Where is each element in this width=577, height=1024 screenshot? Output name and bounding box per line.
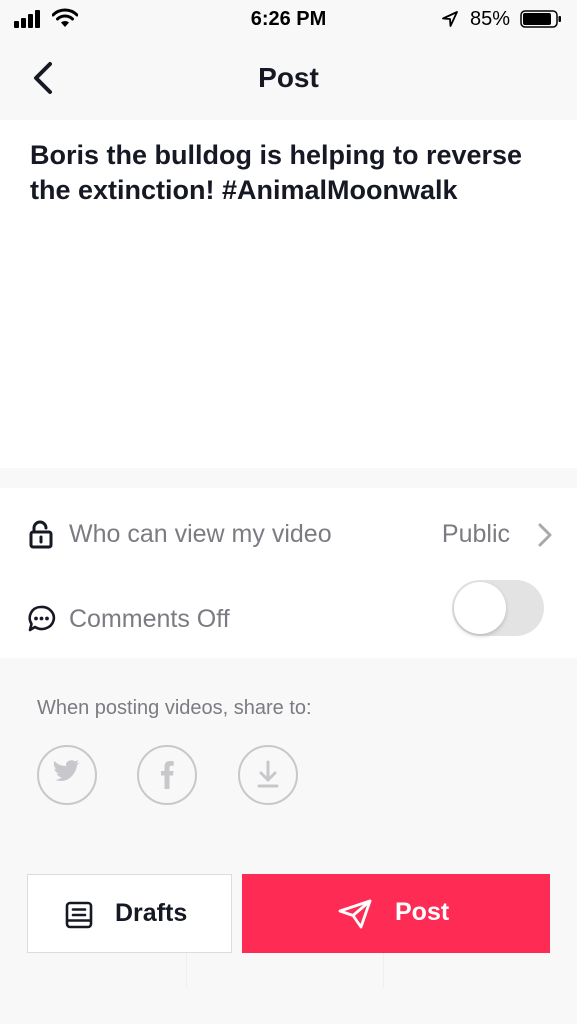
battery-icon (520, 10, 561, 28)
status-bar: 6:26 PM 85% (0, 0, 577, 38)
navigation-bar: Post (0, 38, 577, 120)
toggle-knob (454, 582, 506, 634)
drafts-button[interactable]: Drafts (27, 874, 232, 953)
drafts-icon (65, 901, 93, 929)
save-to-device-button[interactable] (238, 745, 298, 805)
send-icon (338, 899, 372, 929)
location-arrow-icon (442, 11, 458, 27)
page-title: Post (258, 62, 319, 93)
post-button[interactable]: Post (242, 874, 550, 953)
download-icon (257, 760, 279, 788)
comments-row: Comments Off (0, 573, 577, 658)
facebook-icon (161, 761, 174, 789)
share-label: When posting videos, share to: (37, 697, 312, 719)
privacy-label: Who can view my video (69, 520, 332, 548)
share-twitter-button[interactable] (37, 745, 97, 805)
post-label: Post (395, 898, 450, 926)
twitter-icon (53, 760, 80, 781)
privacy-row[interactable]: Who can view my video Public (0, 488, 577, 573)
share-facebook-button[interactable] (137, 745, 197, 805)
drafts-label: Drafts (115, 899, 188, 927)
caption-text[interactable]: Boris the bulldog is helping to reverse … (30, 138, 560, 208)
post-settings: Who can view my video Public Comments Of… (0, 488, 577, 658)
comment-icon (28, 605, 56, 632)
comments-toggle[interactable] (452, 580, 544, 636)
privacy-value: Public (441, 520, 510, 548)
caption-area[interactable]: Boris the bulldog is helping to reverse … (0, 120, 577, 468)
comments-label: Comments Off (69, 605, 230, 633)
battery-percent: 85% (470, 8, 511, 30)
unlock-icon (29, 520, 53, 549)
chevron-right-icon (538, 523, 552, 547)
